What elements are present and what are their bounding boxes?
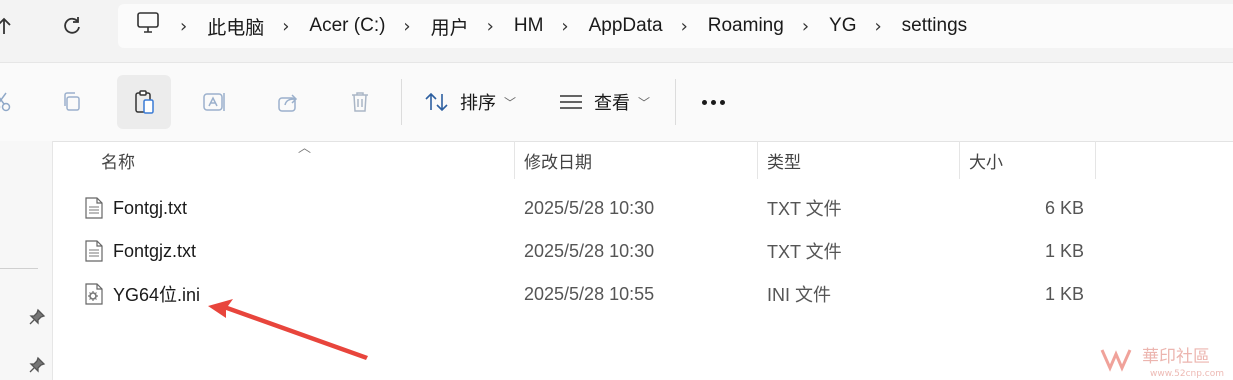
watermark-url: www.52cnp.com <box>1150 369 1224 379</box>
annotation-arrow <box>208 299 368 360</box>
watermark-text: 華印社區 <box>1142 347 1210 367</box>
watermark-logo: 華印社區 www.52cnp.com <box>1100 347 1224 379</box>
